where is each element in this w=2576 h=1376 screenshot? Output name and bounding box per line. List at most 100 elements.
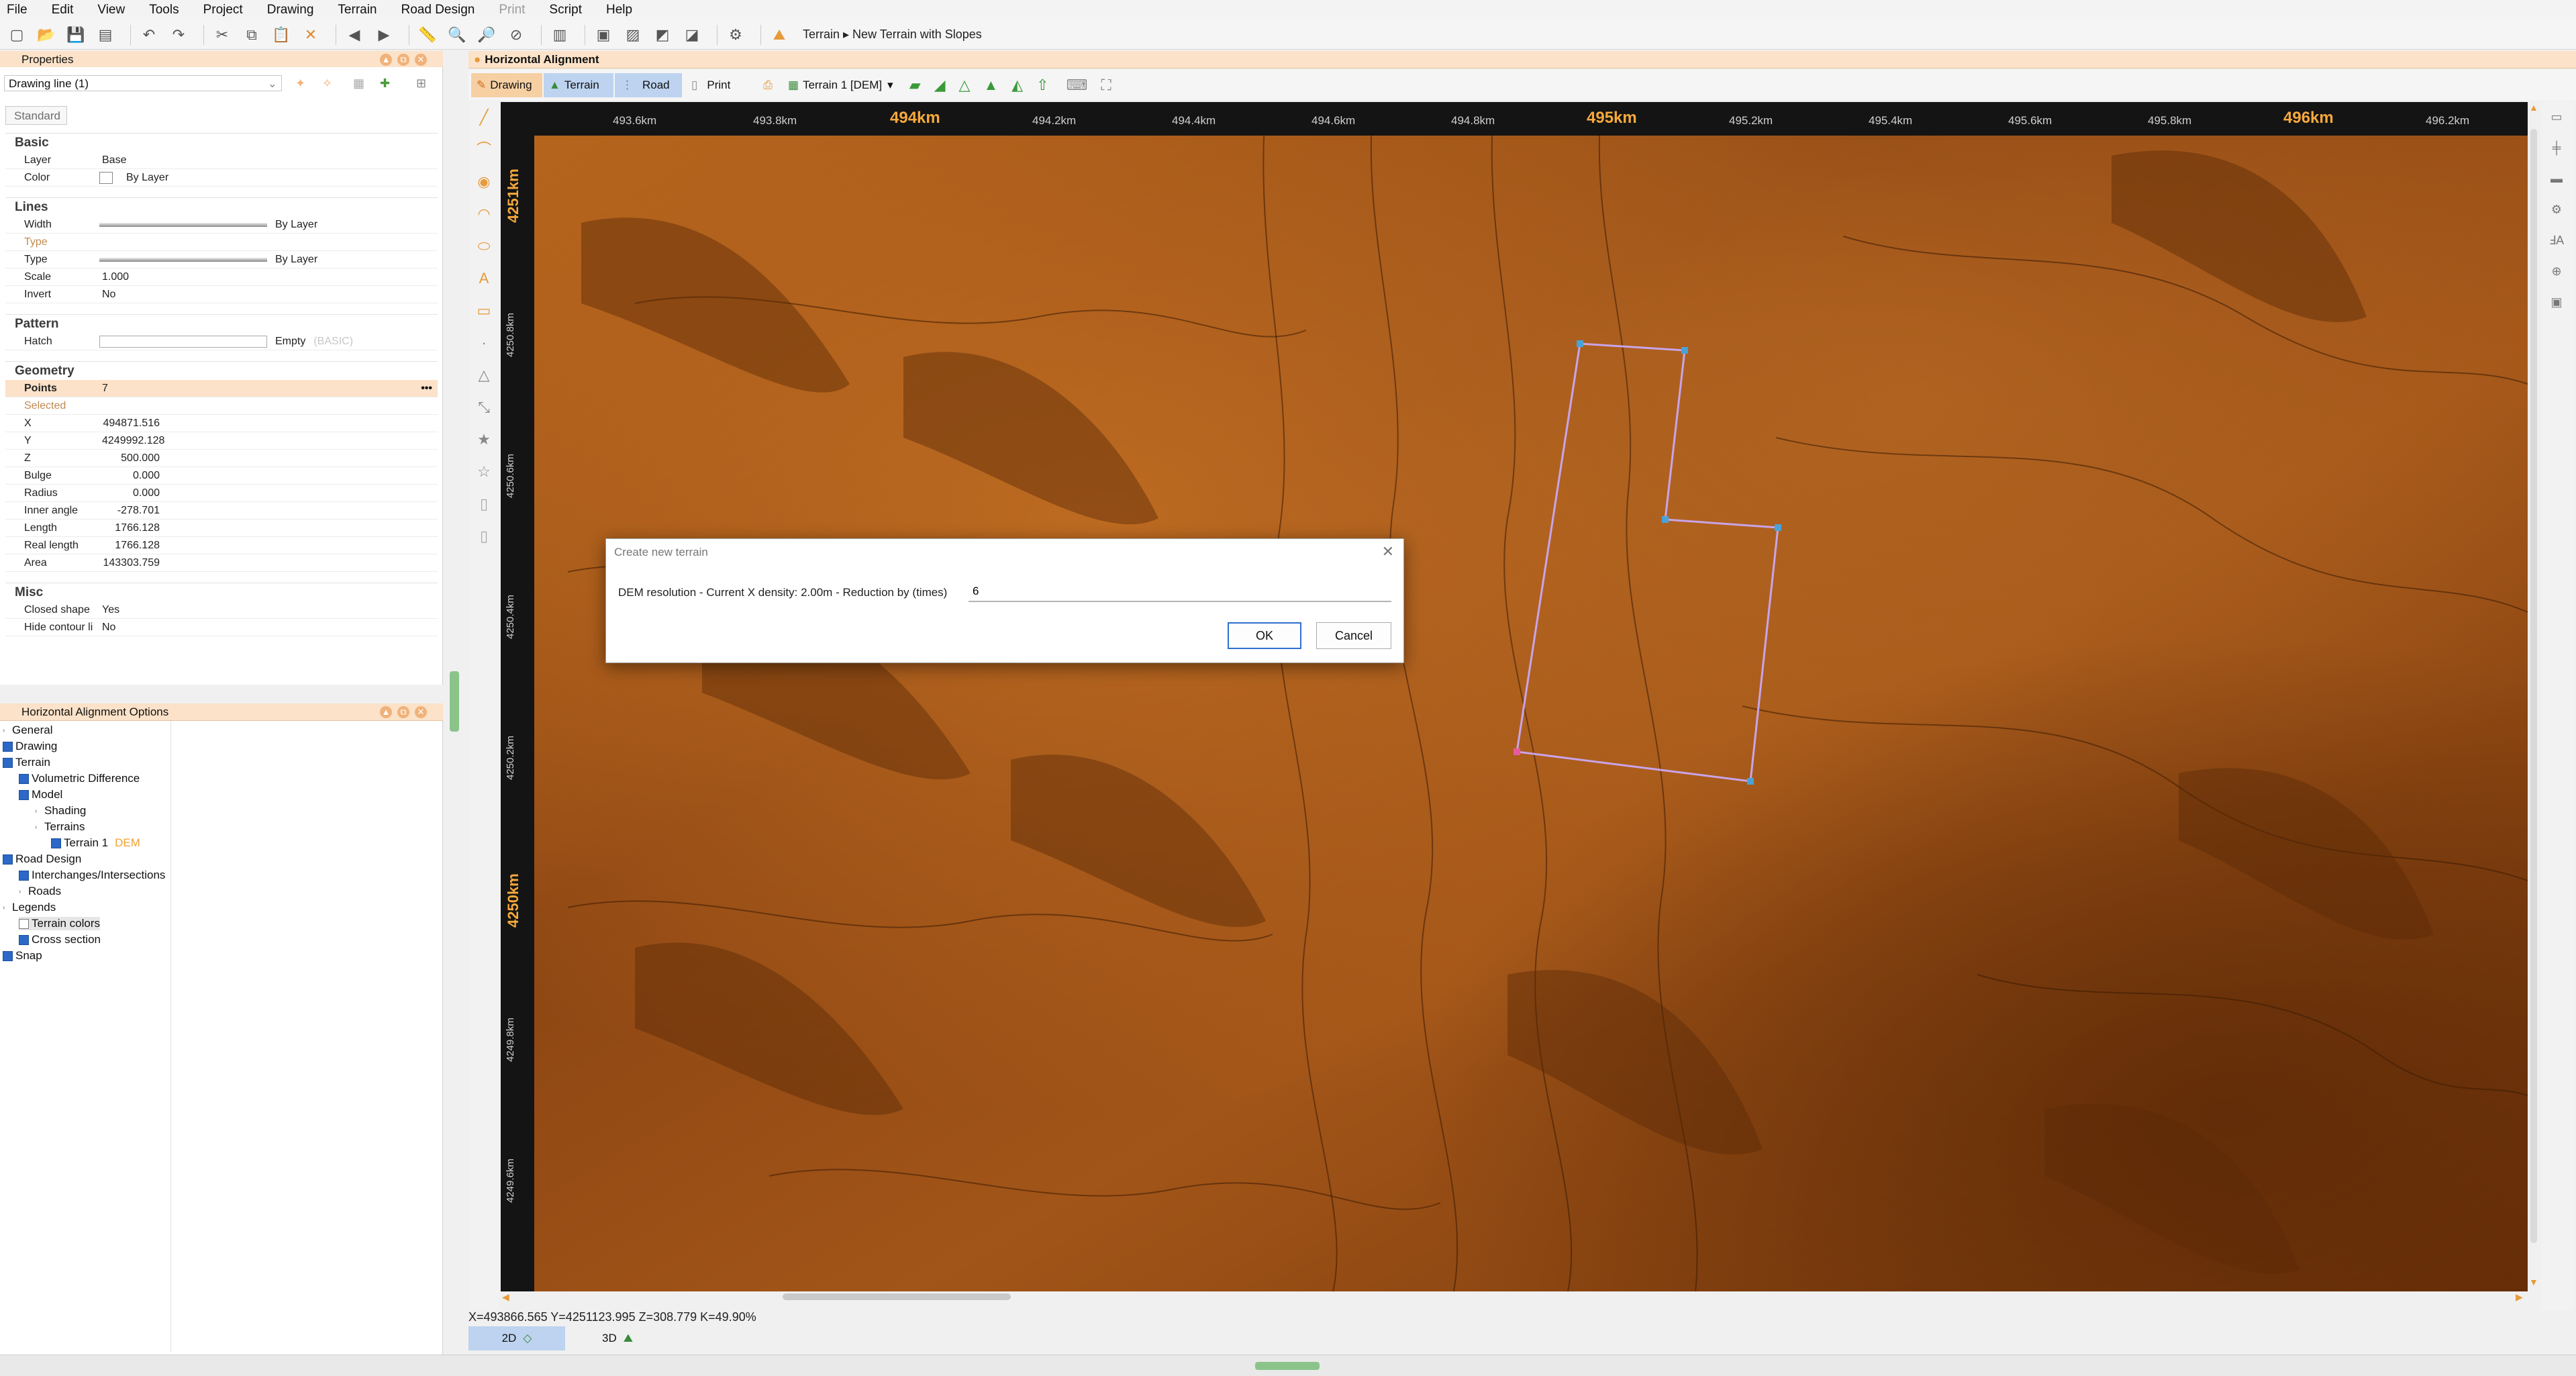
- forward-icon[interactable]: ▶: [373, 23, 395, 46]
- layout-icon[interactable]: ▥: [548, 23, 571, 46]
- vertex-handle-selected[interactable]: [1514, 748, 1520, 755]
- prop-row-closed-shape[interactable]: Closed shape Yes: [5, 601, 438, 619]
- tree-item-shading[interactable]: › Shading: [35, 804, 86, 818]
- options-icon[interactable]: ⊞: [416, 77, 426, 91]
- tab-2d[interactable]: 2D ◇: [468, 1326, 565, 1350]
- tree-item-interchanges[interactable]: Interchanges/Intersections: [19, 869, 165, 882]
- checkbox[interactable]: [3, 950, 13, 961]
- tree-item-general[interactable]: › General: [3, 724, 52, 737]
- profile-icon[interactable]: ◪: [681, 23, 703, 46]
- tab-print[interactable]: ▯ Print: [686, 73, 748, 97]
- vertical-scrollbar[interactable]: ▲ ▼: [2528, 102, 2540, 1291]
- splitter-handle[interactable]: [450, 671, 459, 732]
- prop-row-length[interactable]: Length 1766.128: [5, 520, 438, 537]
- close-icon[interactable]: ✕: [415, 54, 427, 66]
- save-all-icon[interactable]: ▤: [94, 23, 117, 46]
- checkbox[interactable]: [3, 757, 13, 768]
- binoculars-icon[interactable]: ⛶: [1101, 77, 1111, 94]
- tab-3d[interactable]: 3D ⛰: [569, 1326, 666, 1350]
- cancel-button[interactable]: Cancel: [1316, 622, 1391, 649]
- prop-row-hide-contour[interactable]: Hide contour li No: [5, 619, 438, 636]
- prop-row-real-length[interactable]: Real length 1766.128: [5, 537, 438, 554]
- bottom-panel-handle[interactable]: [1255, 1362, 1320, 1370]
- map-viewport[interactable]: [501, 102, 2528, 1291]
- save-icon[interactable]: 💾: [64, 23, 87, 46]
- prop-row-x[interactable]: X 494871.516: [5, 415, 438, 432]
- checkbox[interactable]: [19, 934, 29, 945]
- view-tool-3-icon[interactable]: ▬: [2548, 172, 2565, 189]
- paste-icon[interactable]: 📋: [270, 23, 293, 46]
- terrain-map[interactable]: [501, 102, 2528, 1291]
- section-misc[interactable]: Misc: [5, 583, 438, 600]
- section-lines[interactable]: Lines: [5, 197, 438, 215]
- triangle-tool-icon[interactable]: △: [474, 365, 494, 385]
- menu-file[interactable]: File: [7, 3, 28, 17]
- collapse-icon[interactable]: ▲: [380, 706, 392, 718]
- prop-row-z[interactable]: Z 500.000: [5, 450, 438, 467]
- cut-icon[interactable]: ✂: [211, 23, 234, 46]
- tree-item-cross-section[interactable]: Cross section: [19, 933, 101, 946]
- view-tool-4-icon[interactable]: ⚙: [2548, 203, 2565, 220]
- view-tool-2-icon[interactable]: ╪: [2548, 141, 2565, 158]
- tab-road[interactable]: ⋮ Road: [615, 73, 682, 97]
- vertex-handle[interactable]: [1775, 524, 1781, 531]
- menu-terrain[interactable]: Terrain: [338, 3, 377, 17]
- checkbox[interactable]: [19, 789, 29, 800]
- favorite-icon[interactable]: ✧: [322, 77, 332, 91]
- clear-icon[interactable]: ⊘: [505, 23, 528, 46]
- prop-row-color[interactable]: Color By Layer: [5, 169, 438, 187]
- more-icon[interactable]: •••: [421, 383, 432, 395]
- checkbox[interactable]: [19, 773, 29, 784]
- prop-row-type[interactable]: Type By Layer: [5, 251, 438, 268]
- tree-item-terrain[interactable]: Terrain: [3, 756, 50, 769]
- star-tool-icon[interactable]: ★: [474, 430, 494, 450]
- print-setup-icon[interactable]: ⎙: [754, 73, 781, 97]
- undo-icon[interactable]: ↶: [138, 23, 160, 46]
- polygon-tool-icon[interactable]: ☆: [474, 462, 494, 482]
- terrain-tool-2-icon[interactable]: ◢: [934, 77, 946, 94]
- prop-row-y[interactable]: Y 4249992.128: [5, 432, 438, 450]
- redo-icon[interactable]: ↷: [167, 23, 190, 46]
- tab-standard[interactable]: Standard: [5, 106, 67, 125]
- zoom-window-icon[interactable]: 🔎: [475, 23, 498, 46]
- tab-terrain[interactable]: ▲ Terrain: [544, 73, 613, 97]
- terrain-tool-3-icon[interactable]: △: [959, 77, 971, 94]
- vertex-handle[interactable]: [1681, 347, 1688, 354]
- page-tool-icon[interactable]: ▯: [474, 494, 494, 514]
- terrain-tool-4-icon[interactable]: ▲: [983, 77, 998, 94]
- view-tool-7-icon[interactable]: ▣: [2548, 295, 2565, 313]
- scroll-up-icon[interactable]: ▲: [2529, 102, 2538, 113]
- menu-edit[interactable]: Edit: [52, 3, 74, 17]
- menu-view[interactable]: View: [97, 3, 125, 17]
- graph-icon[interactable]: ◩: [651, 23, 674, 46]
- copy-icon[interactable]: ⧉: [240, 23, 263, 46]
- menu-road-design[interactable]: Road Design: [401, 3, 475, 17]
- prop-row-hatch[interactable]: Hatch Empty (BASIC): [5, 333, 438, 350]
- terrain-tool-6-icon[interactable]: ⇧: [1036, 77, 1048, 94]
- section-pattern[interactable]: Pattern: [5, 314, 438, 332]
- close-icon[interactable]: ✕: [1382, 543, 1394, 560]
- delete-icon[interactable]: ✕: [299, 23, 322, 46]
- menu-script[interactable]: Script: [549, 3, 582, 17]
- star-icon[interactable]: ✦: [295, 77, 305, 91]
- view-tool-1-icon[interactable]: ▭: [2548, 110, 2565, 128]
- tree-item-roads[interactable]: › Roads: [19, 885, 61, 898]
- menu-help[interactable]: Help: [606, 3, 632, 17]
- prop-row-width[interactable]: Width By Layer: [5, 216, 438, 234]
- tree-item-legends[interactable]: › Legends: [3, 901, 56, 914]
- scroll-thumb[interactable]: [783, 1293, 1011, 1300]
- tree-item-snap[interactable]: Snap: [3, 949, 42, 963]
- scroll-left-icon[interactable]: ◀: [502, 1291, 509, 1303]
- vertex-handle[interactable]: [1747, 778, 1754, 785]
- menu-drawing[interactable]: Drawing: [267, 3, 314, 17]
- scroll-down-icon[interactable]: ▼: [2529, 1277, 2538, 1287]
- dimension-tool-icon[interactable]: ⤡: [474, 397, 494, 417]
- tree-item-drawing[interactable]: Drawing: [3, 740, 57, 753]
- measure-icon[interactable]: 📏: [416, 23, 439, 46]
- open-folder-icon[interactable]: 📂: [35, 23, 58, 46]
- terrain-tool-5-icon[interactable]: ◭: [1011, 77, 1023, 94]
- tree-item-road-design[interactable]: Road Design: [3, 852, 81, 866]
- reduction-input[interactable]: [969, 582, 1391, 602]
- pin-icon[interactable]: ✚: [380, 77, 390, 91]
- prop-row-invert[interactable]: Invert No: [5, 286, 438, 303]
